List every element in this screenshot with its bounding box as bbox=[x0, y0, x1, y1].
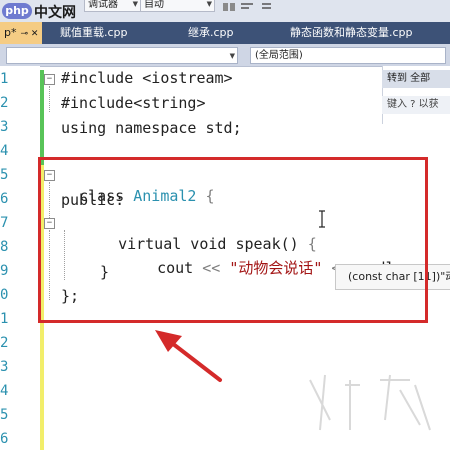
watermark-image bbox=[309, 374, 431, 431]
